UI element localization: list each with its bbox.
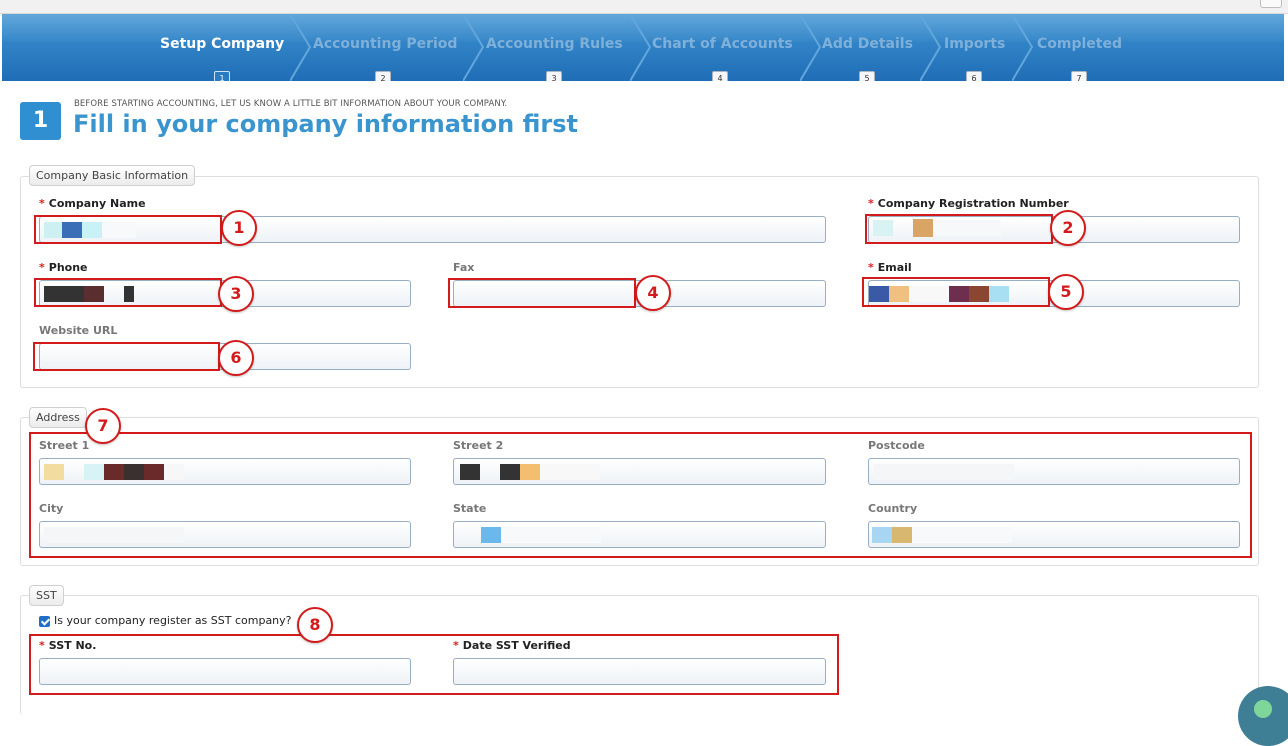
wizard-chevron-separator	[920, 14, 942, 81]
annotation-box-5	[862, 277, 1050, 307]
annotation-marker-5: 5	[1048, 274, 1084, 310]
annotation-marker-4: 4	[635, 275, 671, 311]
address-legend: Address	[29, 407, 87, 428]
company-name-label: * Company Name	[39, 197, 146, 210]
step-number-badge: 1	[20, 102, 61, 140]
annotation-box-3	[34, 278, 222, 307]
required-mark: *	[39, 261, 45, 274]
wizard-step-number: 1	[214, 71, 230, 81]
annotation-box-7	[29, 432, 1252, 558]
wizard-chevron-separator	[800, 14, 822, 81]
wizard-step-number: 7	[1071, 71, 1087, 81]
annotation-marker-3: 3	[218, 276, 254, 312]
wizard-chevron-separator	[290, 14, 312, 81]
wizard-step-label: Imports	[944, 36, 1006, 52]
sst-register-checkbox[interactable]	[39, 616, 50, 627]
annotation-box-4	[448, 278, 636, 308]
chat-widget-icon	[1254, 700, 1272, 718]
chat-widget-button[interactable]	[1238, 686, 1288, 746]
email-label: * Email	[868, 261, 912, 274]
wizard-step-number: 6	[966, 71, 982, 81]
wizard-step-label: Add Details	[822, 36, 913, 52]
header-pre-text: BEFORE STARTING ACCOUNTING, LET US KNOW …	[74, 99, 508, 109]
company-registration-number-label: * Company Registration Number	[868, 197, 1069, 210]
wizard-step-setup-company[interactable]: Setup Company 1	[160, 14, 290, 81]
annotation-marker-8: 8	[297, 607, 333, 643]
wizard-step-label: Chart of Accounts	[652, 36, 793, 52]
wizard-step-add-details[interactable]: Add Details 5	[822, 14, 922, 81]
wizard-step-number: 4	[712, 71, 728, 81]
website-url-label: Website URL	[39, 324, 118, 337]
required-mark: *	[39, 197, 45, 210]
wizard-step-label: Setup Company	[160, 36, 285, 52]
wizard-step-accounting-rules[interactable]: Accounting Rules 3	[486, 14, 631, 81]
wizard-step-number: 5	[859, 71, 875, 81]
wizard-step-label: Accounting Period	[313, 36, 458, 52]
phone-label: * Phone	[39, 261, 88, 274]
annotation-box-1	[34, 215, 222, 244]
wizard-step-chart-of-accounts[interactable]: Chart of Accounts 4	[652, 14, 802, 81]
required-mark: *	[868, 197, 874, 210]
wizard-step-accounting-period[interactable]: Accounting Period 2	[313, 14, 463, 81]
wizard-step-label: Completed	[1037, 36, 1123, 52]
annotation-marker-7: 7	[85, 408, 121, 444]
annotation-box-6	[33, 342, 220, 371]
wizard-steps-bar: Setup Company 1 Accounting Period 2 Acco…	[2, 14, 1284, 81]
wizard-chevron-separator	[1012, 14, 1034, 81]
wizard-chevron-separator	[463, 14, 485, 81]
annotation-box-8	[29, 634, 839, 695]
required-mark: *	[868, 261, 874, 274]
fax-label: Fax	[453, 261, 475, 274]
wizard-step-label: Accounting Rules	[486, 36, 623, 52]
wizard-chevron-separator	[630, 14, 652, 81]
annotation-box-2	[865, 214, 1053, 244]
annotation-marker-6: 6	[218, 340, 254, 376]
company-basic-info-legend: Company Basic Information	[29, 165, 196, 186]
sst-legend: SST	[29, 585, 64, 606]
window-top-strip	[0, 0, 1288, 14]
wizard-step-number: 3	[546, 71, 562, 81]
window-control-button[interactable]	[1260, 0, 1282, 8]
wizard-step-completed[interactable]: Completed 7	[1037, 14, 1137, 81]
annotation-marker-2: 2	[1050, 210, 1086, 246]
annotation-marker-1: 1	[221, 210, 257, 246]
wizard-step-number: 2	[375, 71, 391, 81]
sst-register-checkbox-label: Is your company register as SST company?	[54, 614, 292, 627]
page-title: Fill in your company information first	[73, 110, 578, 138]
wizard-step-imports[interactable]: Imports 6	[944, 14, 1014, 81]
